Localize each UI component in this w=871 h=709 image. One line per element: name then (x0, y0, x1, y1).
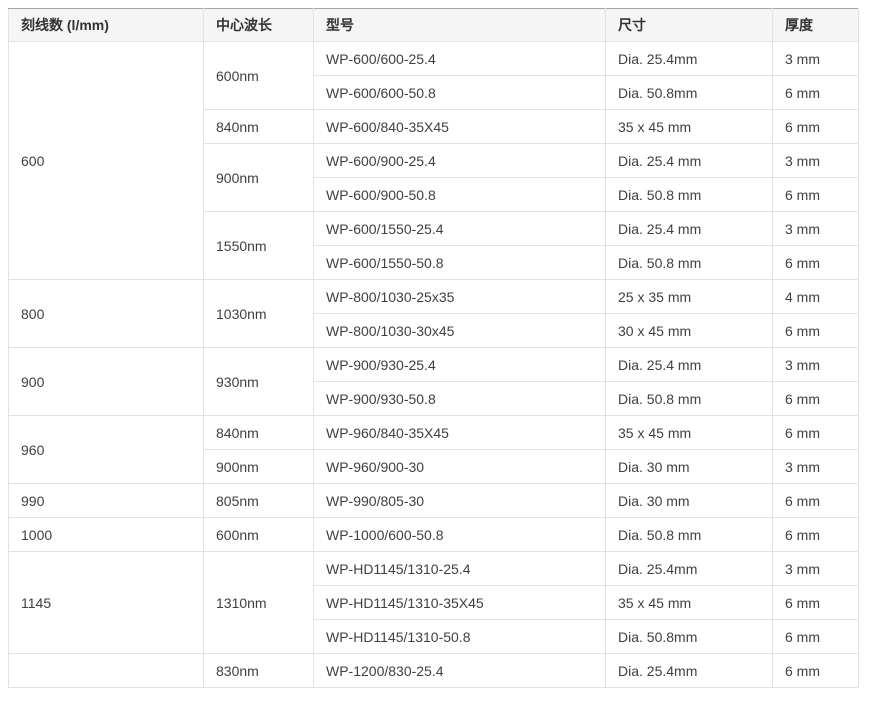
wavelength-cell: 1030nm (204, 280, 314, 348)
size-cell: Dia. 25.4 mm (606, 212, 773, 246)
thickness-cell: 3 mm (773, 552, 859, 586)
thickness-cell: 6 mm (773, 654, 859, 688)
thickness-cell: 6 mm (773, 484, 859, 518)
header-row: 刻线数 (l/mm) 中心波长 型号 尺寸 厚度 (9, 9, 859, 42)
size-cell: Dia. 50.8 mm (606, 518, 773, 552)
lines-cell: 1000 (9, 518, 204, 552)
wavelength-cell: 830nm (204, 654, 314, 688)
size-cell: 30 x 45 mm (606, 314, 773, 348)
size-cell: Dia. 25.4mm (606, 654, 773, 688)
lines-cell: 900 (9, 348, 204, 416)
thickness-cell: 6 mm (773, 246, 859, 280)
size-cell: Dia. 50.8 mm (606, 178, 773, 212)
thickness-cell: 6 mm (773, 518, 859, 552)
model-cell: WP-1200/830-25.4 (314, 654, 606, 688)
wavelength-cell: 840nm (204, 416, 314, 450)
model-cell: WP-1000/600-50.8 (314, 518, 606, 552)
wavelength-cell: 840nm (204, 110, 314, 144)
model-cell: WP-800/1030-25x35 (314, 280, 606, 314)
table-row: 830nmWP-1200/830-25.4Dia. 25.4mm6 mm (9, 654, 859, 688)
size-cell: 35 x 45 mm (606, 110, 773, 144)
table-row: 960840nmWP-960/840-35X4535 x 45 mm6 mm (9, 416, 859, 450)
model-cell: WP-600/900-50.8 (314, 178, 606, 212)
size-cell: Dia. 30 mm (606, 450, 773, 484)
thickness-cell: 3 mm (773, 348, 859, 382)
thickness-cell: 3 mm (773, 450, 859, 484)
size-cell: Dia. 50.8mm (606, 76, 773, 110)
wavelength-cell: 600nm (204, 518, 314, 552)
size-cell: Dia. 25.4mm (606, 552, 773, 586)
thickness-cell: 3 mm (773, 42, 859, 76)
table-row: 600600nmWP-600/600-25.4Dia. 25.4mm3 mm (9, 42, 859, 76)
wavelength-cell: 1550nm (204, 212, 314, 280)
model-cell: WP-HD1145/1310-25.4 (314, 552, 606, 586)
spec-table-body: 600600nmWP-600/600-25.4Dia. 25.4mm3 mmWP… (9, 42, 859, 688)
wavelength-cell: 805nm (204, 484, 314, 518)
lines-cell: 1145 (9, 552, 204, 654)
table-row: 900930nmWP-900/930-25.4Dia. 25.4 mm3 mm (9, 348, 859, 382)
model-cell: WP-960/900-30 (314, 450, 606, 484)
model-cell: WP-600/1550-25.4 (314, 212, 606, 246)
size-cell: 35 x 45 mm (606, 416, 773, 450)
table-row: 11451310nmWP-HD1145/1310-25.4Dia. 25.4mm… (9, 552, 859, 586)
wavelength-cell: 600nm (204, 42, 314, 110)
table-row: 1000600nmWP-1000/600-50.8Dia. 50.8 mm6 m… (9, 518, 859, 552)
size-cell: Dia. 25.4 mm (606, 144, 773, 178)
lines-cell: 600 (9, 42, 204, 280)
thickness-cell: 6 mm (773, 314, 859, 348)
size-cell: Dia. 30 mm (606, 484, 773, 518)
spec-table-head: 刻线数 (l/mm) 中心波长 型号 尺寸 厚度 (9, 9, 859, 42)
model-cell: WP-800/1030-30x45 (314, 314, 606, 348)
size-cell: 25 x 35 mm (606, 280, 773, 314)
column-header-lines: 刻线数 (l/mm) (9, 9, 204, 42)
thickness-cell: 6 mm (773, 178, 859, 212)
size-cell: Dia. 50.8mm (606, 620, 773, 654)
model-cell: WP-990/805-30 (314, 484, 606, 518)
thickness-cell: 6 mm (773, 110, 859, 144)
thickness-cell: 6 mm (773, 620, 859, 654)
model-cell: WP-HD1145/1310-50.8 (314, 620, 606, 654)
spec-table: 刻线数 (l/mm) 中心波长 型号 尺寸 厚度 600600nmWP-600/… (8, 8, 859, 688)
size-cell: 35 x 45 mm (606, 586, 773, 620)
table-row: 990805nmWP-990/805-30Dia. 30 mm6 mm (9, 484, 859, 518)
thickness-cell: 6 mm (773, 382, 859, 416)
model-cell: WP-900/930-50.8 (314, 382, 606, 416)
thickness-cell: 3 mm (773, 212, 859, 246)
model-cell: WP-HD1145/1310-35X45 (314, 586, 606, 620)
thickness-cell: 3 mm (773, 144, 859, 178)
model-cell: WP-960/840-35X45 (314, 416, 606, 450)
lines-cell (9, 654, 204, 688)
lines-cell: 960 (9, 416, 204, 484)
size-cell: Dia. 25.4mm (606, 42, 773, 76)
column-header-size: 尺寸 (606, 9, 773, 42)
wavelength-cell: 900nm (204, 450, 314, 484)
lines-cell: 800 (9, 280, 204, 348)
size-cell: Dia. 50.8 mm (606, 246, 773, 280)
thickness-cell: 4 mm (773, 280, 859, 314)
spec-table-container: 刻线数 (l/mm) 中心波长 型号 尺寸 厚度 600600nmWP-600/… (8, 8, 858, 688)
thickness-cell: 6 mm (773, 76, 859, 110)
model-cell: WP-600/900-25.4 (314, 144, 606, 178)
model-cell: WP-600/600-50.8 (314, 76, 606, 110)
model-cell: WP-600/1550-50.8 (314, 246, 606, 280)
size-cell: Dia. 50.8 mm (606, 382, 773, 416)
model-cell: WP-600/600-25.4 (314, 42, 606, 76)
wavelength-cell: 900nm (204, 144, 314, 212)
table-row: 8001030nmWP-800/1030-25x3525 x 35 mm4 mm (9, 280, 859, 314)
model-cell: WP-900/930-25.4 (314, 348, 606, 382)
column-header-model: 型号 (314, 9, 606, 42)
thickness-cell: 6 mm (773, 586, 859, 620)
column-header-wavelength: 中心波长 (204, 9, 314, 42)
model-cell: WP-600/840-35X45 (314, 110, 606, 144)
size-cell: Dia. 25.4 mm (606, 348, 773, 382)
thickness-cell: 6 mm (773, 416, 859, 450)
wavelength-cell: 1310nm (204, 552, 314, 654)
lines-cell: 990 (9, 484, 204, 518)
column-header-thickness: 厚度 (773, 9, 859, 42)
wavelength-cell: 930nm (204, 348, 314, 416)
